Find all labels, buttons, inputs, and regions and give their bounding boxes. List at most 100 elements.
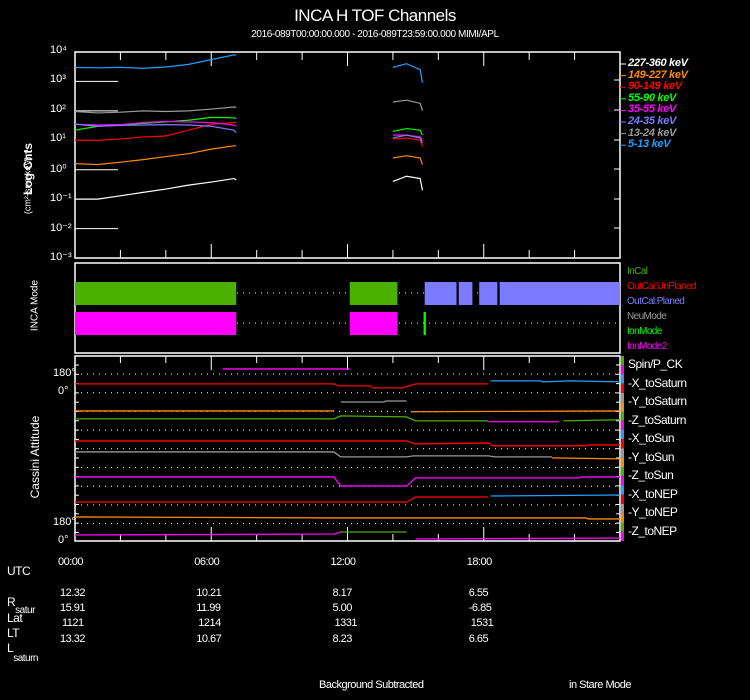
lt-label: LT — [7, 626, 20, 640]
flux-panel-frame — [74, 51, 621, 259]
r-value: 12.32 — [60, 587, 86, 599]
attitude-legend-item: -X_toNEP — [628, 486, 678, 501]
legend-color-stripe — [621, 393, 624, 403]
mode-panel-frame — [74, 262, 621, 354]
attitude-axis-label: Cassini Attitude — [28, 415, 42, 499]
l-value: 8.23 — [332, 633, 353, 645]
y-tick-label: 10⁴ — [50, 44, 67, 56]
legend-color-stripe — [621, 383, 624, 393]
series-line-227-360keV — [392, 175, 424, 191]
attitude-tick-label: 180° — [53, 516, 76, 528]
attitude-trace — [75, 415, 489, 422]
attitude-legend-item: Spin/P_CK — [628, 357, 683, 371]
l-value: 6.65 — [468, 633, 489, 645]
attitude-legend-item: -Z_toSun — [628, 468, 674, 482]
r-value: 6.55 — [468, 587, 489, 599]
l-label-sub: saturn — [13, 653, 38, 664]
attitude-trace — [411, 410, 621, 413]
y-tick-label: 10² — [50, 102, 66, 115]
legend-color-stripe — [621, 420, 624, 430]
series-line-5-13keV — [392, 63, 424, 83]
attitude-trace — [74, 531, 341, 536]
l-label: Lsaturn — [7, 641, 38, 664]
utc-time-label: 12:00 — [330, 556, 357, 568]
attitude-trace — [490, 494, 621, 497]
mode-bar-ionmode2 — [349, 312, 398, 335]
y-tick-label: 10⁻² — [50, 221, 72, 234]
legend-item: 55-90 keV — [628, 91, 677, 104]
series-line-5-13keV — [74, 54, 237, 69]
attitude-trace — [74, 516, 620, 520]
legend-color-stripe — [621, 522, 624, 532]
y-tick-label: 10⁻¹ — [50, 192, 72, 205]
legend-color-stripe — [621, 356, 624, 366]
legend-color-stripe — [621, 467, 624, 477]
legend-item: 149-227 keV — [628, 68, 688, 81]
y-tick-label: 10⁰ — [50, 162, 67, 175]
mode-axis-label: INCA Mode — [29, 279, 41, 332]
series-line-149-227keV — [392, 155, 424, 165]
r-label: Rsatur — [7, 595, 35, 616]
attitude-trace — [490, 380, 621, 383]
legend-item: 227-360 keV — [628, 57, 688, 69]
attitude-tick-label: 180° — [53, 367, 76, 379]
attitude-legend-item: -Z_toNEP — [628, 523, 677, 538]
utc-label: UTC — [7, 564, 31, 578]
attitude-tick-label: 0° — [58, 385, 69, 397]
legend-color-stripe — [621, 439, 624, 449]
lat-value: -6.85 — [468, 602, 492, 614]
attitude-trace — [75, 383, 489, 389]
legend-item: 13-24 keV — [628, 126, 677, 139]
lt-value: 1531 — [470, 617, 494, 629]
mode-legend-item: OutCal:UnPlaned — [627, 281, 696, 292]
legend-color-stripe — [621, 374, 624, 384]
utc-time-label: 18:00 — [466, 556, 493, 568]
attitude-trace — [75, 476, 620, 487]
mode-bar-incal — [349, 282, 398, 305]
legend-color-stripe — [621, 457, 624, 467]
stare-mode-note: in Stare Mode — [569, 679, 631, 691]
attitude-legend-item: -Y_toNEP — [628, 505, 678, 519]
l-value: 13.32 — [60, 633, 86, 645]
series-line-13-24keV — [392, 99, 424, 112]
attitude-legend-item: -X_toSun — [628, 431, 675, 445]
attitude-legend-item: -Z_toSaturn — [628, 412, 686, 427]
legend-color-stripe — [621, 365, 624, 375]
y-axis-units: (cm²-sr-s-keV)⁻¹ — [22, 148, 33, 215]
legend-color-stripe — [621, 402, 624, 412]
mode-legend-item: OutCal:Planed — [627, 296, 685, 307]
attitude-trace — [551, 457, 621, 460]
series-line-13-24keV — [74, 106, 237, 114]
lat-value: 5.00 — [332, 602, 353, 614]
mode-legend-item: InCal — [627, 266, 648, 277]
r-label-text: R — [7, 595, 16, 609]
utc-time-label: 00:00 — [58, 556, 84, 568]
mode-bar-incal — [75, 282, 237, 305]
attitude-legend-item: -Y_toSun — [628, 449, 675, 464]
lat-value: 15.91 — [60, 602, 86, 614]
attitude-trace — [75, 440, 620, 447]
legend-color-stripe — [621, 504, 624, 514]
r-value: 10.21 — [196, 587, 222, 599]
legend-color-stripe — [621, 494, 624, 504]
legend-color-stripe — [621, 531, 624, 541]
attitude-trace — [340, 400, 407, 403]
attitude-trace — [563, 419, 621, 422]
legend-color-stripe — [621, 411, 624, 421]
mode-bar-ionmode — [423, 312, 426, 335]
legend-color-stripe — [621, 485, 624, 495]
mode-bar-outcalplaned — [458, 282, 473, 305]
y-tick-label: 10¹ — [50, 132, 66, 145]
r-value: 8.17 — [332, 587, 353, 599]
mode-legend-item: IonMode2 — [627, 341, 667, 352]
l-value: 10.67 — [196, 633, 222, 645]
series-line-55-90keV — [392, 127, 423, 136]
attitude-legend-item: -Y_toSaturn — [628, 394, 687, 408]
legend-color-stripe — [621, 448, 624, 458]
mode-legend-item: NeuMode — [627, 311, 667, 322]
legend-item: 35-55 keV — [628, 103, 677, 116]
mode-bar-outcalplaned — [479, 282, 498, 305]
mode-bar-outcalplaned — [499, 282, 620, 305]
y-tick-label: 10⁻³ — [50, 251, 72, 263]
lat-label: Lat — [7, 611, 23, 625]
